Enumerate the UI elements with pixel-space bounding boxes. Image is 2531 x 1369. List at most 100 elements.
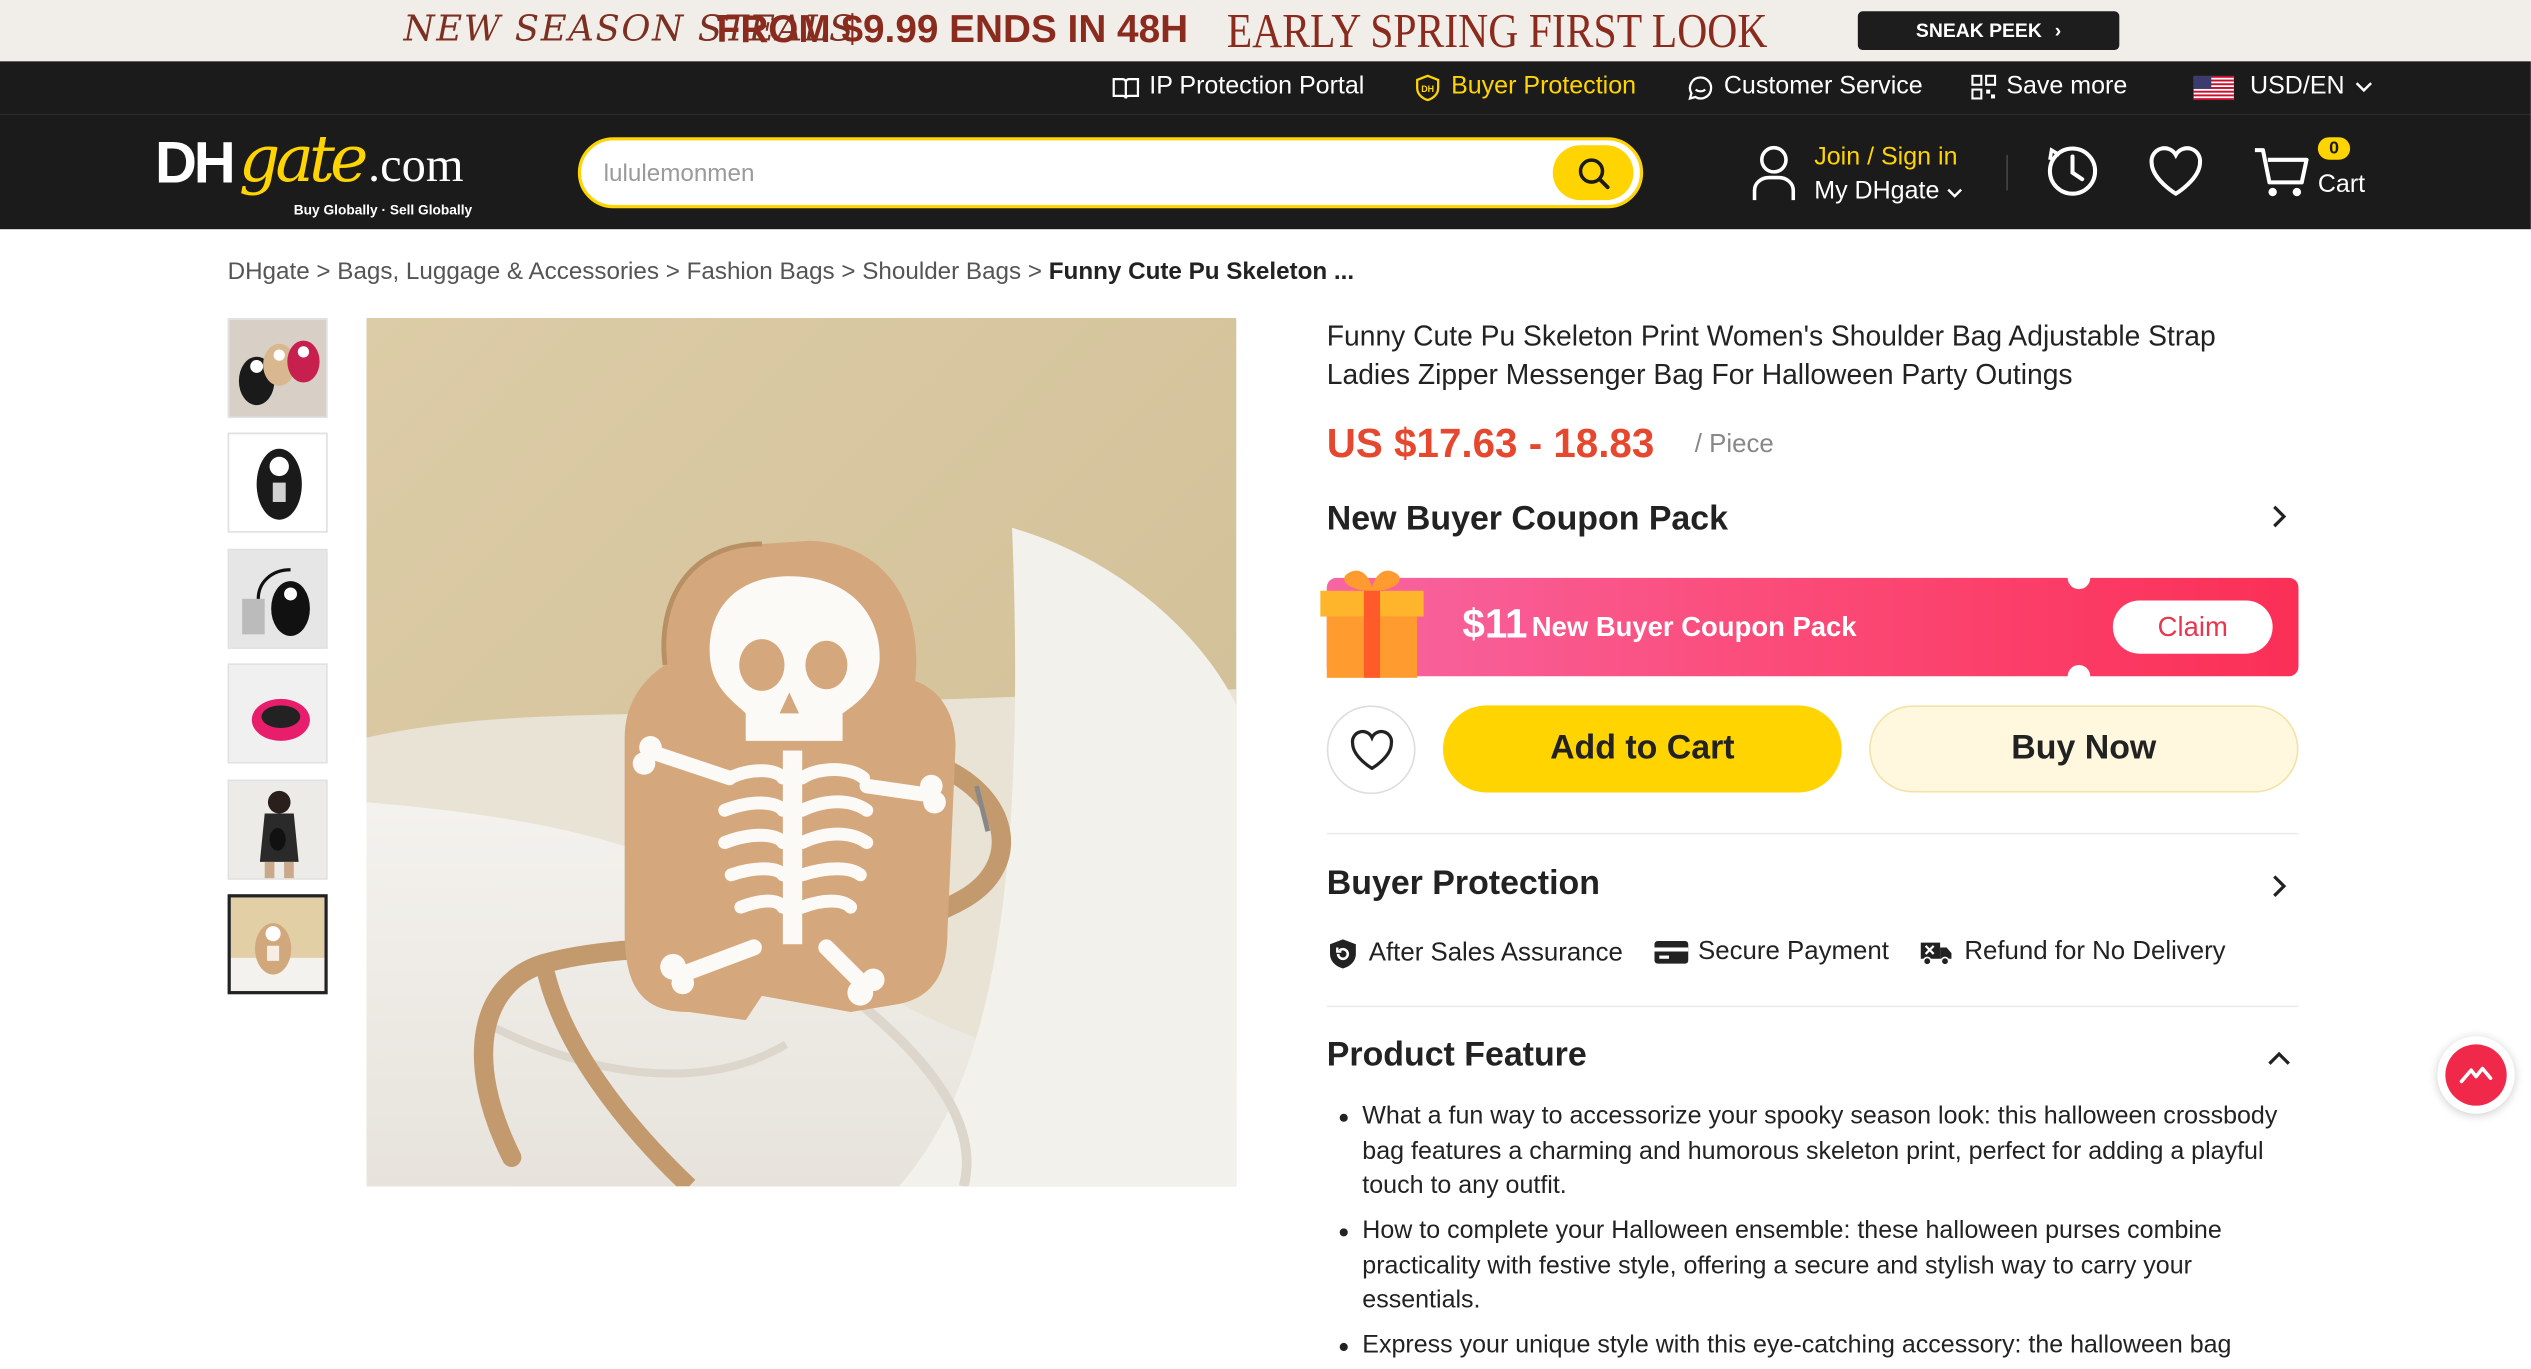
wishlist-button[interactable] <box>2145 142 2206 208</box>
chat-widget-icon <box>2445 1044 2507 1106</box>
feature-bullet: What a fun way to accessorize your spook… <box>1333 1099 2301 1203</box>
book-icon <box>1112 77 1140 98</box>
buyer-protection-link[interactable]: DH Buyer Protection <box>1414 73 1636 102</box>
claim-coupon-button[interactable]: Claim <box>2112 600 2273 654</box>
shield-refresh-icon <box>1330 939 1356 969</box>
customer-service-link[interactable]: Customer Service <box>1687 73 1923 102</box>
search-bar <box>577 137 1644 209</box>
delivery-truck-icon <box>1920 942 1952 966</box>
currency-language-label: USD/EN <box>2250 72 2345 101</box>
buyer-protection-label: Buyer Protection <box>1451 72 1637 101</box>
chevron-right-icon[interactable] <box>2266 873 2292 899</box>
customer-service-label: Customer Service <box>1723 72 1923 101</box>
join-signin-link[interactable]: Join / Sign in <box>1814 144 1962 173</box>
product-thumbnail[interactable] <box>227 663 328 764</box>
thumbnail-model-image <box>229 781 327 879</box>
history-button[interactable] <box>2043 142 2101 208</box>
credit-card-icon <box>1654 941 1689 964</box>
thumbnail-three-bags-image <box>229 319 327 417</box>
breadcrumb-item-fashion-bags[interactable]: Fashion Bags <box>687 258 835 285</box>
sneak-peek-button[interactable]: SNEAK PEEK › <box>1857 11 2120 51</box>
search-button[interactable] <box>1552 145 1634 201</box>
qr-code-icon <box>1971 74 1997 100</box>
coupon-label: New Buyer Coupon Pack <box>1531 611 1857 643</box>
dhgate-logo[interactable]: DH gate .com Buy Globally · Sell Globall… <box>154 123 478 218</box>
search-icon <box>1577 157 1609 189</box>
coupon-amount: $11 <box>1462 602 1528 648</box>
heart-icon <box>1350 729 1393 770</box>
user-icon <box>1752 145 1796 201</box>
feature-bullet: Express your unique style with this eye-… <box>1333 1328 2301 1363</box>
account-menu[interactable]: Join / Sign in My DHgate <box>1750 144 1963 207</box>
chevron-down-icon <box>2355 82 2372 93</box>
coupon-notch-top <box>2067 566 2091 590</box>
us-flag-icon <box>2193 75 2234 100</box>
search-input[interactable] <box>603 156 1508 189</box>
product-thumbnail[interactable] <box>227 779 328 880</box>
coupon-banner[interactable]: $11 New Buyer Coupon Pack Claim <box>1320 566 2299 688</box>
breadcrumb-separator: > <box>309 258 338 286</box>
secure-payment: Secure Payment <box>1654 937 1889 967</box>
breadcrumb-item-dhgate[interactable]: DHgate <box>228 258 310 285</box>
main-product-image[interactable] <box>366 317 1237 1187</box>
product-feature-list: What a fun way to accessorize your spook… <box>1333 1099 2301 1369</box>
logo-gate: gate <box>238 122 368 197</box>
promo-banner[interactable]: NEW SEASON STEALS FROM $9.99 ENDS IN 48H… <box>0 0 2531 62</box>
refund-no-delivery: Refund for No Delivery <box>1919 938 2226 967</box>
chevron-right-icon[interactable] <box>2266 504 2292 530</box>
price-unit: / Piece <box>1694 430 1774 459</box>
breadcrumb-item-shoulder-bags[interactable]: Shoulder Bags <box>862 258 1021 285</box>
after-sales-assurance: After Sales Assurance <box>1327 938 1623 970</box>
chevron-right-icon: › <box>2054 19 2062 42</box>
coupon-notch-bottom <box>2067 665 2091 688</box>
promo-right-text: EARLY SPRING FIRST LOOK <box>1226 4 1768 59</box>
coupon-section-title[interactable]: New Buyer Coupon Pack <box>1327 500 1728 539</box>
cart-icon <box>2254 148 2309 197</box>
breadcrumb-current: Funny Cute Pu Skeleton ... <box>1048 258 1355 286</box>
cart-label: Cart <box>2317 171 2366 199</box>
product-feature-title[interactable]: Product Feature <box>1327 1036 1587 1075</box>
add-to-cart-button[interactable]: Add to Cart <box>1443 705 1842 793</box>
product-thumbnail[interactable] <box>227 317 328 419</box>
page: NEW SEASON STEALS FROM $9.99 ENDS IN 48H… <box>0 0 2531 1369</box>
thumbnail-pink-interior-image <box>229 665 327 762</box>
secure-payment-label: Secure Payment <box>1698 937 1889 966</box>
product-title: Funny Cute Pu Skeleton Print Women's Sho… <box>1326 319 2216 390</box>
heart-icon <box>2149 146 2203 197</box>
main-header: DH gate .com Buy Globally · Sell Globall… <box>0 114 2531 230</box>
breadcrumb-item-bags-luggage[interactable]: Bags, Luggage & Accessories <box>337 258 659 285</box>
my-dhgate-label: My DHgate <box>1814 177 1940 205</box>
feature-bullet: How to complete your Halloween ensemble:… <box>1333 1214 2301 1318</box>
chat-bubble-icon <box>1688 75 1713 100</box>
sneak-peek-label: SNEAK PEEK <box>1915 19 2042 42</box>
floating-chat-button[interactable] <box>2437 1036 2515 1114</box>
add-to-wishlist-button[interactable] <box>1326 705 1416 795</box>
product-price: US $17.63 - 18.83 <box>1326 421 1655 467</box>
section-divider <box>1326 1005 2299 1008</box>
product-thumbnail[interactable] <box>227 432 328 533</box>
skeleton-bag-photo <box>366 317 1237 1187</box>
thumbnail-beige-bag-image <box>230 897 325 992</box>
chevron-up-icon[interactable] <box>2266 1046 2292 1072</box>
logo-com: .com <box>368 138 464 193</box>
product-thumbnail[interactable] <box>227 548 328 649</box>
cart-button[interactable]: 0 Cart <box>2252 137 2365 209</box>
breadcrumb-separator: > <box>834 258 863 286</box>
ip-protection-label: IP Protection Portal <box>1149 72 1365 101</box>
save-more-link[interactable]: Save more <box>1971 73 2127 102</box>
breadcrumb: DHgate > Bags, Luggage & Accessories > F… <box>228 258 1355 285</box>
gift-box-icon <box>1320 570 1424 678</box>
my-dhgate-menu[interactable]: My DHgate <box>1814 178 1962 207</box>
buyer-protection-title[interactable]: Buyer Protection <box>1327 865 1600 904</box>
ip-protection-link[interactable]: IP Protection Portal <box>1112 73 1364 102</box>
breadcrumb-separator: > <box>658 258 687 286</box>
logo-dh: DH <box>154 129 236 196</box>
thumbnail-black-bag-image <box>229 434 327 532</box>
promo-middle-text: FROM $9.99 ENDS IN 48H <box>716 8 1189 52</box>
product-thumbnail-selected[interactable] <box>227 894 328 995</box>
utility-bar: IP Protection Portal DH Buyer Protection… <box>0 61 2531 115</box>
header-divider <box>2006 154 2008 191</box>
logo-tagline: Buy Globally · Sell Globally <box>293 201 473 218</box>
buy-now-button[interactable]: Buy Now <box>1869 705 2299 793</box>
currency-language-selector[interactable]: USD/EN <box>2193 72 2372 102</box>
